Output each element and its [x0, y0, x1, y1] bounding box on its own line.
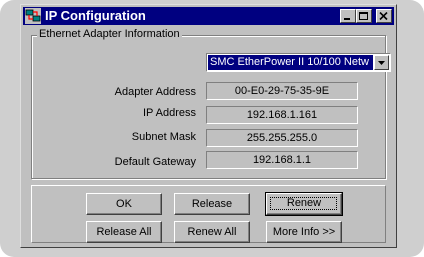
focus-rect [270, 197, 337, 210]
subnet-mask-label: Subnet Mask [131, 131, 196, 143]
adapter-address-label: Adapter Address [114, 86, 196, 98]
adapter-address-value: 00-E0-29-75-35-9E [206, 82, 358, 100]
adapter-select-value[interactable]: SMC EtherPower II 10/100 Netw [208, 55, 373, 70]
minimize-button[interactable] [340, 9, 356, 23]
default-gateway-label: Default Gateway [114, 156, 196, 168]
ip-configuration-window: IP Configuration Ethernet Adapter Inform… [20, 4, 397, 248]
adapter-select[interactable]: SMC EtherPower II 10/100 Netw [206, 53, 391, 72]
renew-all-button[interactable]: Renew All [174, 221, 250, 243]
more-info-button[interactable]: More Info >> [266, 221, 342, 243]
window-title: IP Configuration [45, 8, 146, 23]
renew-button[interactable]: Renew [265, 192, 343, 216]
release-all-button[interactable]: Release All [86, 221, 162, 243]
screenshot-frame: IP Configuration Ethernet Adapter Inform… [0, 0, 424, 257]
adapter-info-group-label: Ethernet Adapter Information [37, 27, 182, 41]
ip-address-label: IP Address [143, 107, 196, 119]
subnet-mask-value: 255.255.255.0 [206, 129, 358, 147]
adapter-select-dropdown-button[interactable] [374, 55, 389, 70]
ok-button[interactable]: OK [86, 193, 162, 215]
maximize-button[interactable] [356, 9, 372, 23]
chevron-down-icon [378, 61, 385, 65]
network-config-icon [25, 8, 41, 24]
minimize-icon [344, 18, 350, 20]
default-gateway-value: 192.168.1.1 [206, 151, 358, 169]
close-icon [379, 12, 388, 21]
title-bar[interactable]: IP Configuration [23, 7, 394, 25]
maximize-icon [359, 12, 368, 20]
ip-address-value: 192.168.1.161 [206, 106, 358, 124]
close-button[interactable] [376, 9, 392, 23]
release-button[interactable]: Release [174, 193, 250, 215]
